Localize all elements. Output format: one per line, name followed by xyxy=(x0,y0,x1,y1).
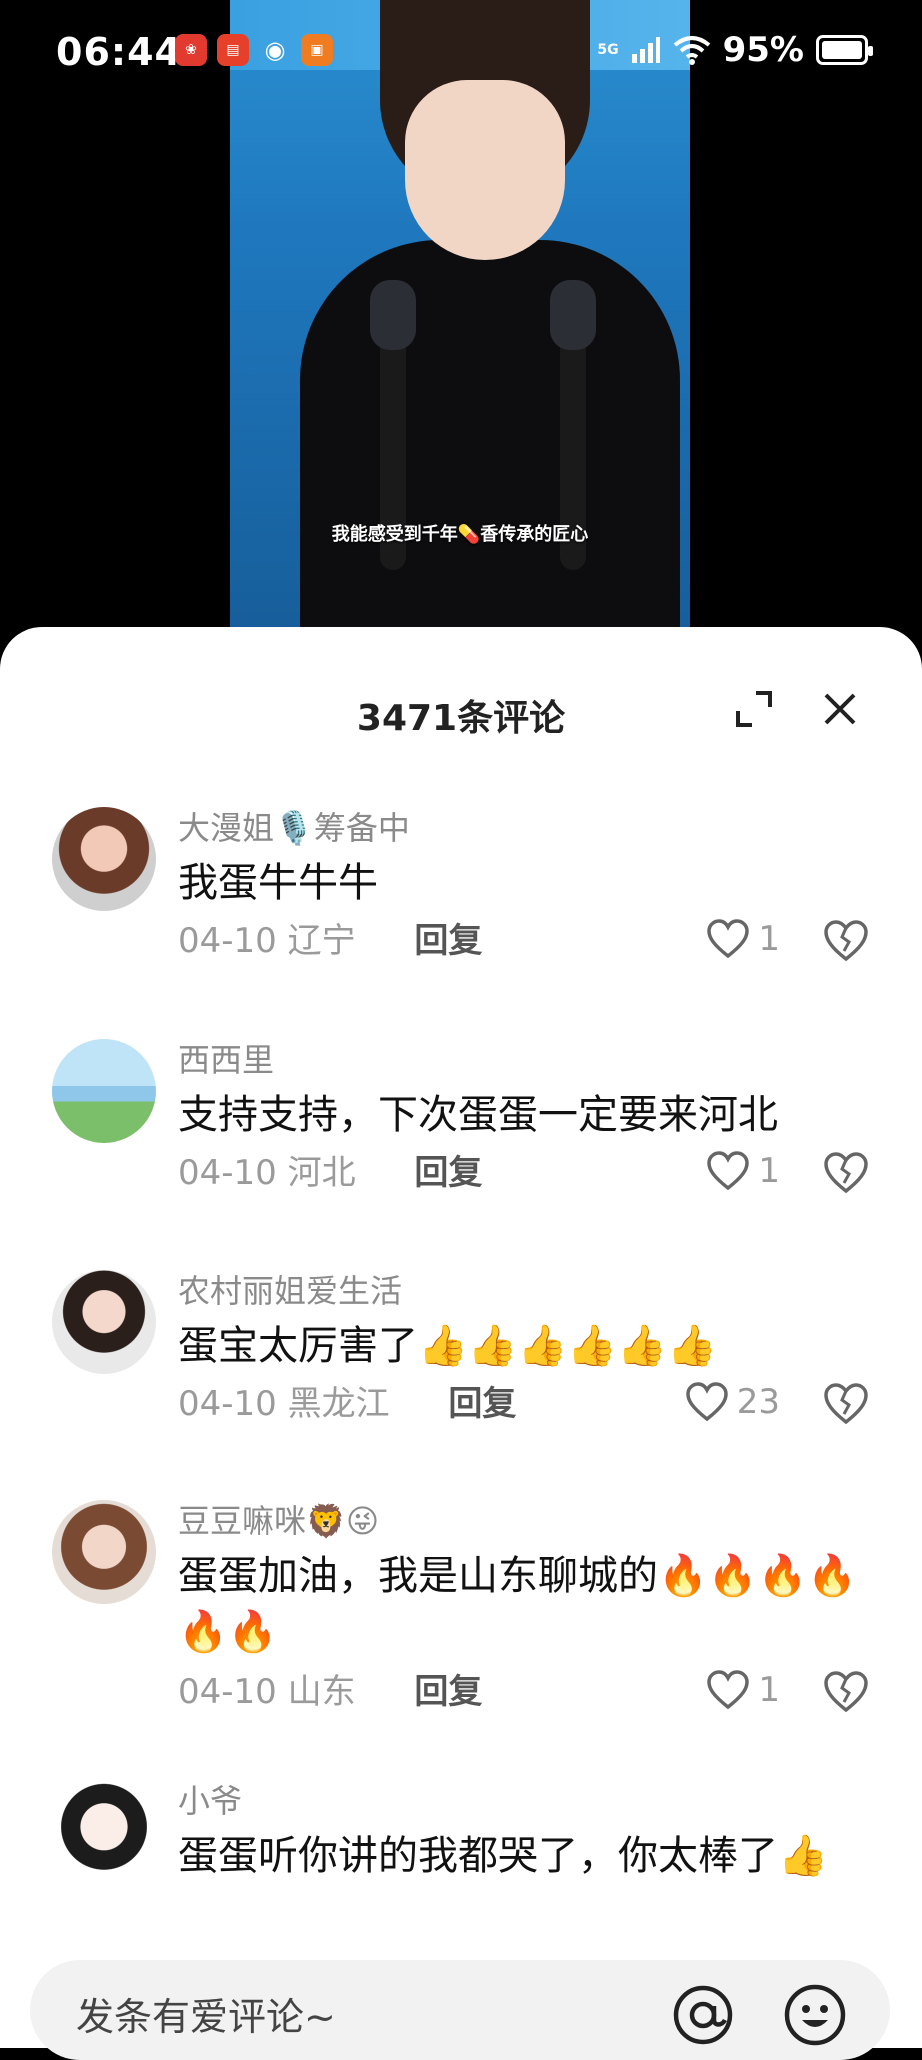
network-type: 5G xyxy=(597,42,619,58)
like-count: 1 xyxy=(758,919,780,959)
like-count: 1 xyxy=(758,1670,780,1710)
wifi-icon xyxy=(673,36,710,65)
notification-icons: ❀ ▤ ◉ ▣ xyxy=(175,34,333,66)
comment-date: 04-10 xyxy=(178,1153,277,1193)
like-button[interactable]: 1 xyxy=(706,1670,780,1710)
like-button[interactable]: 1 xyxy=(706,919,780,959)
video-subtitle: 我能感受到千年💊香传承的匠心 xyxy=(331,524,589,545)
mention-icon[interactable] xyxy=(670,1982,736,2048)
app-notification-icon: ▣ xyxy=(301,34,333,66)
comment-date: 04-10 xyxy=(178,1384,277,1424)
broken-heart-icon[interactable] xyxy=(822,1670,870,1714)
avatar[interactable] xyxy=(52,1270,156,1374)
avatar[interactable] xyxy=(52,1780,156,1884)
like-button[interactable]: 1 xyxy=(706,1151,780,1191)
emoji-icon[interactable] xyxy=(782,1982,848,2048)
signal-icon xyxy=(631,37,660,63)
reply-button[interactable]: 回复 xyxy=(414,1153,482,1193)
broken-heart-icon[interactable] xyxy=(822,1382,870,1426)
expand-icon[interactable] xyxy=(734,689,774,729)
reply-button[interactable]: 回复 xyxy=(414,1672,482,1712)
heart-icon xyxy=(707,919,750,959)
reply-button[interactable]: 回复 xyxy=(414,921,482,961)
avatar[interactable] xyxy=(52,1500,156,1604)
comment-username[interactable]: 西西里 xyxy=(178,1039,882,1081)
comment-text: 我蛋牛牛牛 xyxy=(178,860,378,906)
like-count: 23 xyxy=(736,1382,780,1422)
status-bar: 06:44 ❀ ▤ ◉ ▣ 5G 95% xyxy=(0,0,922,110)
comment-input-bar[interactable]: 发条有爱评论~ xyxy=(30,1960,890,2060)
close-icon[interactable] xyxy=(820,689,860,729)
comment-date: 04-10 xyxy=(178,1672,277,1712)
comment-input-placeholder[interactable]: 发条有爱评论~ xyxy=(76,1986,336,2041)
status-time: 06:44 xyxy=(56,30,182,74)
heart-icon xyxy=(685,1382,728,1422)
like-count: 1 xyxy=(758,1151,780,1191)
comment-text: 蛋蛋加油，我是山东聊城的🔥🔥🔥🔥🔥🔥 xyxy=(178,1553,858,1655)
comment-region: 辽宁 xyxy=(287,921,356,961)
reply-button[interactable]: 回复 xyxy=(448,1384,516,1424)
comment-meta: 04-10 辽宁 回复 xyxy=(178,919,482,963)
comment-count-title: 3471条评论 xyxy=(356,698,566,739)
comment-username[interactable]: 农村丽姐爱生活 xyxy=(178,1270,882,1312)
comment-username[interactable]: 豆豆嘛咪🦁😜 xyxy=(178,1500,862,1542)
app-notification-icon: ❀ xyxy=(175,34,207,66)
battery-icon xyxy=(816,35,873,65)
comment-region: 山东 xyxy=(287,1672,356,1712)
comment-text: 支持支持，下次蛋蛋一定要来河北 xyxy=(178,1092,778,1138)
comment-meta: 04-10 河北 回复 xyxy=(178,1151,482,1195)
broken-heart-icon[interactable] xyxy=(822,919,870,963)
battery-percent: 95% xyxy=(722,30,804,70)
heart-icon xyxy=(707,1151,750,1191)
heart-icon xyxy=(707,1670,750,1710)
comment-text: 蛋宝太厉害了👍👍👍👍👍👍 xyxy=(178,1323,717,1369)
weibo-icon: ◉ xyxy=(264,36,286,64)
comment-region: 河北 xyxy=(287,1153,356,1193)
avatar[interactable] xyxy=(52,807,156,911)
comment-region: 黑龙江 xyxy=(287,1384,390,1424)
comment-text: 蛋蛋听你讲的我都哭了，你太棒了👍 xyxy=(178,1833,828,1879)
avatar[interactable] xyxy=(52,1039,156,1143)
app-notification-icon: ▤ xyxy=(217,34,249,66)
like-button[interactable]: 23 xyxy=(685,1382,780,1422)
status-right: 5G 95% xyxy=(597,30,873,70)
comment-meta: 04-10 山东 回复 xyxy=(178,1670,482,1714)
comment-date: 04-10 xyxy=(178,921,277,961)
comment-username[interactable]: 小爷 xyxy=(178,1780,862,1822)
comment-username[interactable]: 大漫姐🎙️筹备中 xyxy=(178,807,882,849)
comment-sheet: 3471条评论 大漫姐🎙️筹备中 我蛋牛牛牛 04-10 辽宁 回复 1 西西里… xyxy=(0,627,922,2048)
broken-heart-icon[interactable] xyxy=(822,1151,870,1195)
comment-meta: 04-10 黑龙江 回复 xyxy=(178,1382,516,1426)
